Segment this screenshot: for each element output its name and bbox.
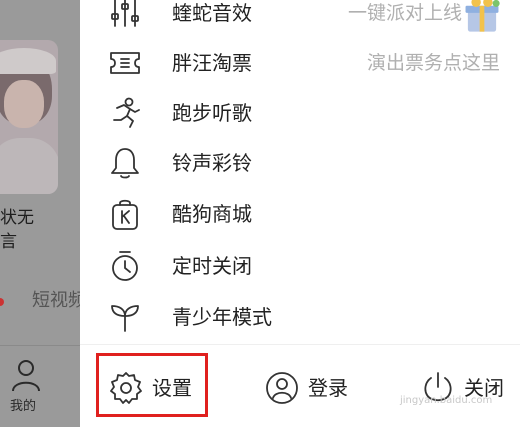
dimmed-background-app[interactable]: 状无 言 短视频 我的 [0, 0, 80, 427]
menu-label: 跑步听歌 [172, 101, 252, 125]
equalizer-sliders-icon [108, 0, 142, 30]
menu-hint: 一键派对上线 [347, 2, 462, 24]
menu-hint: 演出票务点这里 [366, 52, 500, 74]
menu-label: 蝰蛇音效 [172, 1, 252, 25]
bell-icon [108, 146, 142, 180]
menu-item-tickets[interactable]: 胖汪淘票 演出票务点这里 [80, 40, 520, 86]
menu-label: 定时关闭 [172, 254, 252, 278]
close-app-button[interactable]: 关闭 jingyan.baidu.com [400, 365, 520, 409]
nav-divider [0, 345, 80, 346]
menu-label: 酷狗商城 [172, 202, 252, 226]
menu-item-teen-mode[interactable]: 青少年模式 [80, 294, 520, 340]
red-dot-icon [0, 298, 4, 306]
sprout-icon [108, 300, 142, 334]
cover-image [0, 40, 58, 194]
menu-label: 胖汪淘票 [172, 51, 252, 75]
ticket-icon [108, 46, 142, 80]
side-drawer: 蝰蛇音效 一键派对上线 胖汪淘票 演出票务点这里 跑步听歌 铃声彩铃 酷狗商城 … [80, 0, 520, 428]
login-button[interactable]: 登录 [264, 365, 374, 409]
menu-item-timer[interactable]: 定时关闭 [80, 243, 520, 289]
card-subtitle-fragment: 言 [0, 232, 17, 252]
menu-item-viper-sound[interactable]: 蝰蛇音效 一键派对上线 [80, 0, 520, 36]
menu-label: 青少年模式 [172, 305, 272, 329]
nav-mine-label: 我的 [10, 399, 37, 414]
person-icon [12, 360, 40, 392]
timer-icon [108, 249, 142, 283]
menu-item-running[interactable]: 跑步听歌 [80, 90, 520, 136]
user-circle-icon [266, 372, 298, 404]
watermark: jingyan.baidu.com [400, 395, 493, 406]
settings-button[interactable]: 设置 [108, 365, 218, 409]
running-person-icon [108, 96, 142, 130]
shopping-bag-k-icon [108, 197, 142, 231]
gift-box-icon [465, 0, 500, 32]
short-video-tab: 短视频 [32, 290, 80, 311]
gear-icon [110, 372, 142, 404]
menu-item-ringtone[interactable]: 铃声彩铃 [80, 140, 520, 186]
drawer-bottom-bar: 设置 登录 关闭 jingyan.baidu.com [80, 344, 520, 428]
login-label: 登录 [308, 376, 348, 400]
settings-label: 设置 [152, 376, 192, 400]
menu-item-mall[interactable]: 酷狗商城 [80, 191, 520, 237]
card-title-fragment: 状无 [0, 208, 34, 228]
menu-label: 铃声彩铃 [172, 151, 252, 175]
